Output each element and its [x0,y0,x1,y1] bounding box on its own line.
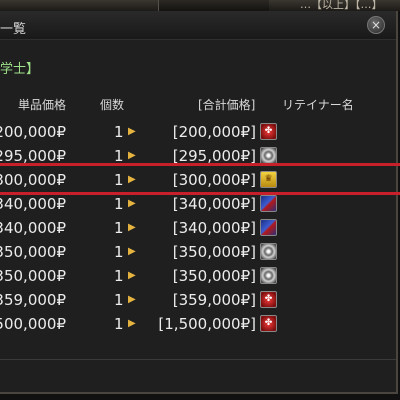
window-header[interactable]: 一覧 × [0,11,396,40]
listing-row[interactable]: 340,000₽ 1 ▶ [340,000₽] [0,216,396,240]
listing-row[interactable]: 350,000₽ 1 ▶ [350,000₽] [0,264,396,288]
unit-price: 500,000₽ [0,315,66,333]
unit-price: 200,000₽ [0,123,66,141]
listing-row[interactable]: 200,000₽ 1 ▶ [200,000₽] ✤ [0,120,396,144]
top-title-fragment: …【以上】【…】 [300,0,383,11]
close-icon[interactable]: × [367,16,385,34]
red-crest-icon: ✤ [260,291,277,308]
listing-row[interactable]: 359,000₽ 1 ▶ [359,000₽] ✤ [0,288,396,312]
window-title: 一覧 [0,22,27,37]
swirl-crest-icon [260,243,277,260]
highlight-line-bottom [0,192,400,195]
quantity: 1 [114,243,124,261]
arrow-right-icon: ▶ [128,198,136,209]
column-header-total-price[interactable]: [合計価格] [198,96,255,113]
listing-row[interactable]: 500,000₽ 1 ▶ [1,500,000₽] ✤ [0,312,396,336]
market-listing-window: 一覧 × 学士】 単品価格 個数 [合計価格] リテイナー名 200,000₽ … [0,11,398,394]
unit-price: 350,000₽ [0,267,66,285]
total-price: [1,500,000₽] [158,315,256,333]
arrow-right-icon: ▶ [128,222,136,233]
total-price: [359,000₽] [172,291,256,309]
footer-divider [0,359,396,360]
total-price: [340,000₽] [172,219,256,237]
red-crest-icon: ✤ [260,123,277,140]
unit-price: 359,000₽ [0,291,66,309]
item-category-label: 学士】 [0,62,40,77]
column-header-unit-price[interactable]: 単品価格 [18,96,66,113]
column-header-quantity[interactable]: 個数 [100,96,124,113]
swirl-crest-icon [260,267,277,284]
quantity: 1 [114,219,124,237]
quantity: 1 [114,267,124,285]
blue-crest-icon [260,219,277,236]
listing-row[interactable]: 350,000₽ 1 ▶ [350,000₽] [0,240,396,264]
top-bar-tab[interactable] [158,0,269,11]
selected-row-highlight [0,158,400,198]
unit-price: 350,000₽ [0,243,66,261]
total-price: [350,000₽] [172,267,256,285]
quantity: 1 [114,315,124,333]
quantity: 1 [114,291,124,309]
highlight-line-top [0,163,400,166]
unit-price: 340,000₽ [0,219,66,237]
total-price: [200,000₽] [172,123,256,141]
red-crest-icon: ✤ [260,315,277,332]
top-bar: …【以上】【…】 [0,0,400,11]
arrow-right-icon: ▶ [128,318,136,329]
column-header-retainer-name[interactable]: リテイナー名 [282,96,354,113]
quantity: 1 [114,123,124,141]
arrow-right-icon: ▶ [128,294,136,305]
arrow-right-icon: ▶ [128,126,136,137]
arrow-right-icon: ▶ [128,246,136,257]
total-price: [350,000₽] [172,243,256,261]
arrow-right-icon: ▶ [128,270,136,281]
